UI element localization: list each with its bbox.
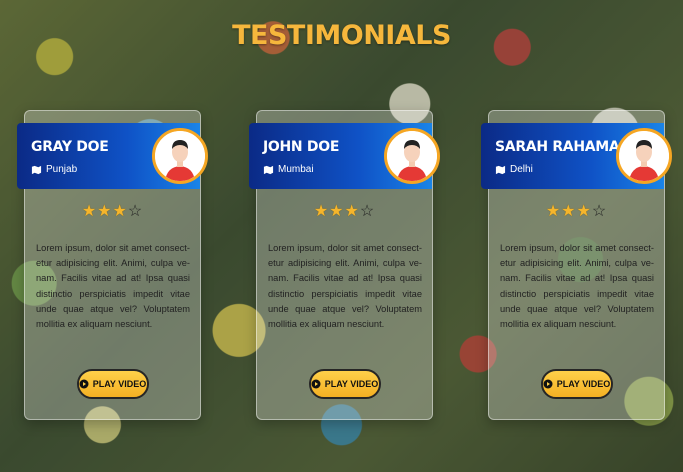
play-video-button[interactable]: PLAY VIDEO xyxy=(76,369,149,399)
card-header: GRAY DOE Punjab xyxy=(17,123,208,189)
star-empty-icon: ☆ xyxy=(359,203,376,220)
testimonial-card: JOHN DOE Mumbai ★★★☆ Lorem ipsum, dolor … xyxy=(249,110,440,420)
testimonial-card: SARAH RAHAMAN Delhi ★★★☆ Lorem ipsum, do… xyxy=(481,110,672,420)
star-filled-icon: ★ xyxy=(97,203,113,220)
star-filled-icon: ★ xyxy=(112,203,128,220)
play-circle-icon xyxy=(311,379,321,389)
map-icon xyxy=(495,165,506,175)
star-filled-icon: ★ xyxy=(329,203,345,220)
star-empty-icon: ☆ xyxy=(591,203,608,220)
button-label: PLAY VIDEO xyxy=(324,379,379,389)
star-filled-icon: ★ xyxy=(561,203,577,220)
testimonial-text: Lorem ipsum, dolor sit amet consect- etu… xyxy=(268,243,422,330)
rating-stars: ★★★☆ xyxy=(25,201,200,221)
testimonial-card: GRAY DOE Punjab ★★★☆ Lorem ipsum, dolor … xyxy=(17,110,208,420)
reviewer-name: SARAH RAHAMAN xyxy=(495,139,631,155)
star-filled-icon: ★ xyxy=(545,203,562,220)
rating-stars: ★★★☆ xyxy=(257,201,432,221)
user-avatar-icon xyxy=(616,128,672,184)
page-title: TESTIMONIALS xyxy=(232,20,451,51)
rating-stars: ★★★☆ xyxy=(489,201,664,221)
user-avatar-icon xyxy=(384,128,440,184)
location-label: Delhi xyxy=(510,164,533,175)
user-avatar-icon xyxy=(152,128,208,184)
card-header: SARAH RAHAMAN Delhi xyxy=(481,123,672,189)
play-video-button[interactable]: PLAY VIDEO xyxy=(308,369,381,399)
star-filled-icon: ★ xyxy=(313,203,330,220)
button-label: PLAY VIDEO xyxy=(556,379,611,389)
map-icon xyxy=(263,165,274,175)
reviewer-location: Delhi xyxy=(495,164,533,175)
button-label: PLAY VIDEO xyxy=(92,379,147,389)
map-icon xyxy=(31,165,42,175)
testimonial-text: Lorem ipsum, dolor sit amet consect- etu… xyxy=(500,243,654,330)
testimonial-text: Lorem ipsum, dolor sit amet consect- etu… xyxy=(36,243,190,330)
reviewer-location: Mumbai xyxy=(263,164,314,175)
location-label: Punjab xyxy=(46,164,78,175)
reviewer-location: Punjab xyxy=(31,164,77,175)
card-header: JOHN DOE Mumbai xyxy=(249,123,440,189)
play-circle-icon xyxy=(79,379,89,389)
play-video-button[interactable]: PLAY VIDEO xyxy=(540,369,613,399)
star-filled-icon: ★ xyxy=(344,203,360,220)
reviewer-name: GRAY DOE xyxy=(31,139,109,155)
play-circle-icon xyxy=(543,379,553,389)
reviewer-name: JOHN DOE xyxy=(263,139,340,155)
star-filled-icon: ★ xyxy=(576,203,592,220)
star-filled-icon: ★ xyxy=(81,203,98,220)
star-empty-icon: ☆ xyxy=(127,203,144,220)
location-label: Mumbai xyxy=(278,164,314,175)
